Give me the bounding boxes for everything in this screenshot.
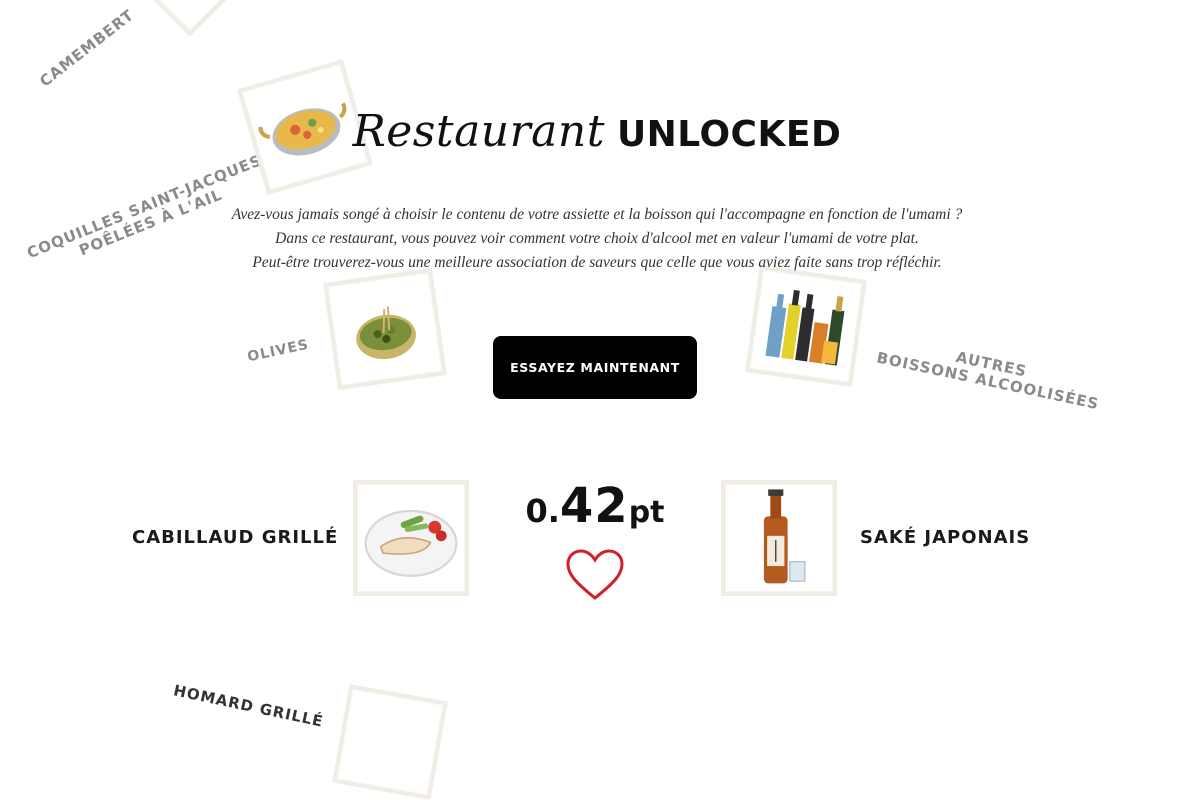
homard-label: HOMARD GRILLÉ	[171, 681, 326, 731]
olives-tile[interactable]	[323, 267, 447, 391]
score-int: 0.	[525, 492, 560, 530]
autres-boissons-label: AUTRES BOISSONS ALCOOLISÉES	[875, 333, 1104, 414]
dish-label: CABILLAUD GRILLÉ	[132, 527, 339, 548]
intro-line-1: Avez-vous jamais songé à choisir le cont…	[231, 206, 963, 223]
drink-tile[interactable]	[721, 480, 837, 596]
grilled-fish-icon	[364, 509, 458, 577]
try-now-button[interactable]: ESSAYEZ MAINTENANT	[493, 336, 697, 399]
intro-line-2: Dans ce restaurant, vous pouvez voir com…	[275, 230, 919, 247]
score-value: 0.42pt	[500, 478, 690, 534]
heart-icon[interactable]	[565, 548, 625, 602]
title-script: Restaurant	[352, 106, 605, 157]
score-unit: pt	[628, 495, 665, 530]
liquor-bottles-icon	[765, 289, 845, 366]
drink-label: SAKÉ JAPONAIS	[860, 527, 1031, 548]
intro-text: Avez-vous jamais songé à choisir le cont…	[0, 203, 1194, 275]
olive-bowl-icon	[356, 306, 416, 360]
homard-tile[interactable]	[332, 684, 448, 800]
olives-label: OLIVES	[246, 336, 311, 366]
camembert-label: CAMEMBERT	[36, 5, 138, 91]
score-decimal: 42	[559, 478, 629, 534]
sake-bottle-icon	[763, 489, 806, 584]
dish-tile[interactable]	[353, 480, 469, 596]
bottles-tile[interactable]	[745, 265, 867, 387]
title-bold: UNLOCKED	[616, 114, 842, 155]
page-title: Restaurant UNLOCKED	[0, 110, 1194, 154]
intro-line-3: Peut-être trouverez-vous une meilleure a…	[252, 254, 942, 271]
camembert-tile	[133, 0, 247, 37]
